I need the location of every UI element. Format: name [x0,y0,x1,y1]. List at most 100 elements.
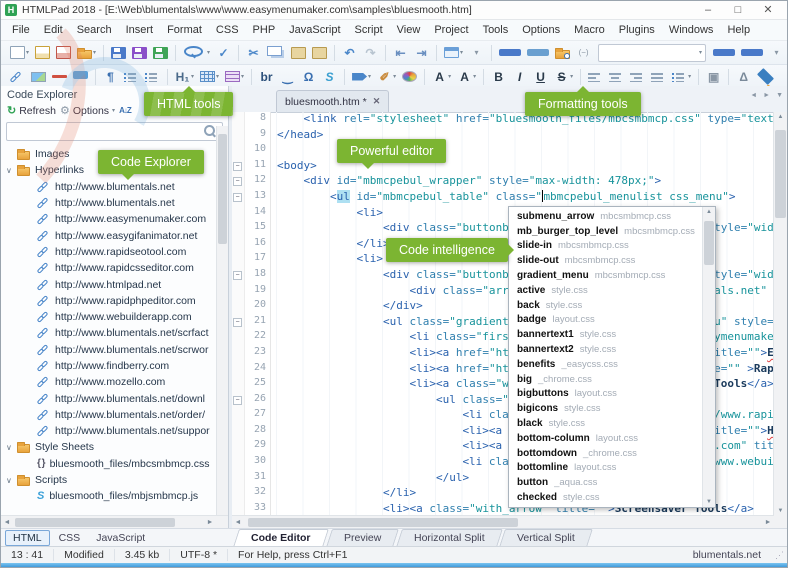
tree-item[interactable]: http://www.webuilderapp.com [1,309,228,325]
clipboard-button[interactable] [310,43,329,62]
menu-format[interactable]: Format [160,22,209,38]
menu-options[interactable]: Options [515,22,567,38]
autocomplete-item[interactable]: bottom-column layout.css [509,431,702,446]
resize-grip[interactable]: ⋰ [775,550,787,561]
fold-collapse-icon[interactable]: − [233,395,242,405]
align-right-button[interactable] [628,67,647,86]
insert-hr-button[interactable] [50,67,69,86]
browser-preview-button[interactable]: ▾ [442,43,465,62]
fold-collapse-icon[interactable]: − [233,177,242,187]
autocomplete-item[interactable]: slide-in mbcsmbmcp.css [509,239,702,254]
options-button[interactable]: ⚙ Options ▾ [60,104,115,118]
scroll-down-icon[interactable]: ▼ [774,508,787,514]
menu-help[interactable]: Help [720,22,757,38]
save-all-button[interactable] [151,43,170,62]
indent-button[interactable]: ⇥ [412,43,431,62]
refresh-button[interactable]: ↻ Refresh [7,104,56,118]
tree-item[interactable]: http://www.findberry.com [1,358,228,374]
autocomplete-item[interactable]: back style.css [509,298,702,313]
fold-collapse-icon[interactable]: − [233,317,242,327]
tree-item[interactable]: http://www.rapidcsseditor.com [1,260,228,276]
editor-horizontal-scrollbar[interactable]: ◄ ► [232,515,774,529]
explorer-horizontal-scrollbar[interactable]: ◄ ► [1,515,228,529]
tab-scroll-right-icon[interactable]: ► [763,92,770,99]
insert-table-button[interactable]: ▾ [198,67,221,86]
editor-vertical-scrollbar[interactable]: ▲ ▼ [773,112,787,516]
tree-folder[interactable]: ∨ Style Sheets [1,439,228,455]
strike-button[interactable]: S ▾ [552,67,575,86]
chevron-expanded-icon[interactable]: ∨ [6,476,17,485]
view-tab-preview[interactable]: Preview [325,529,399,547]
autocomplete-item[interactable]: bigicons style.css [509,401,702,416]
line-break-button[interactable]: br [257,67,276,86]
toolbar-overflow-2[interactable]: ▾ [780,67,787,86]
open-folder-button[interactable]: ▾ [75,43,98,62]
tree-item[interactable]: http://www.blumentals.net/downl [1,390,228,406]
menu-project[interactable]: Project [427,22,475,38]
autocomplete-item[interactable]: big _chrome.css [509,372,702,387]
minimize-button[interactable]: – [693,2,723,19]
fold-collapse-icon[interactable]: − [233,161,242,171]
scroll-up-icon[interactable]: ▲ [703,209,715,215]
tree-item[interactable]: http://www.mozello.com [1,374,228,390]
insert-form-button[interactable]: ▾ [223,67,246,86]
scroll-right-icon[interactable]: ► [204,519,216,526]
insert-link-button[interactable] [8,67,27,86]
menu-search[interactable]: Search [70,22,119,38]
italic-button[interactable]: I [510,67,529,86]
tree-item[interactable]: http://www.blumentals.net/scrfact [1,325,228,341]
chevron-expanded-icon[interactable]: ∨ [6,166,17,175]
autocomplete-item[interactable]: bannertext1 style.css [509,327,702,342]
outdent-button[interactable]: ⇤ [391,43,410,62]
menu-php[interactable]: PHP [246,22,283,38]
menu-view[interactable]: View [390,22,428,38]
scroll-right-icon[interactable]: ► [762,519,774,526]
maximize-button[interactable]: □ [723,2,753,19]
menu-tools[interactable]: Tools [476,22,516,38]
sort-az-button[interactable]: A↓Z [119,106,132,115]
fold-collapse-icon[interactable]: − [233,270,242,280]
open-in-editor-button[interactable] [33,43,52,62]
search-combobox[interactable]: ▾ [598,43,706,62]
insert-comment-button[interactable] [71,67,90,86]
autocomplete-scrollbar[interactable]: ▲ ▼ [702,207,715,507]
tree-item[interactable]: http://www.rapidseotool.com [1,244,228,260]
menu-edit[interactable]: Edit [37,22,70,38]
menu-windows[interactable]: Windows [662,22,721,38]
view-tab-vertical-split[interactable]: Vertical Split [499,529,594,547]
menu-javascript[interactable]: JavaScript [282,22,347,38]
autocomplete-item[interactable]: mb_burger_top_level mbcsmbmcp.css [509,224,702,239]
tree-item[interactable]: http://www.blumentals.net/suppor [1,423,228,439]
style-brush-button[interactable]: ✐ ▾ [375,67,398,86]
autocomplete-item[interactable]: slide-out mbcsmbmcp.css [509,253,702,268]
autocomplete-item[interactable]: button _aqua.css [509,475,702,490]
menu-script[interactable]: Script [348,22,390,38]
autocomplete-item[interactable]: bottomline layout.css [509,461,702,476]
undo-button[interactable]: ↶ [340,43,359,62]
tree-item[interactable]: http://www.easymenumaker.com [1,211,228,227]
tree-item[interactable]: Sbluesmooth_files/mbjsmbmcp.js [1,488,228,504]
color-picker-button[interactable] [400,67,419,86]
scroll-left-icon[interactable]: ◄ [1,519,13,526]
open-html-button[interactable] [54,43,73,62]
new-file-button[interactable]: ▾ [8,43,31,62]
menu-macro[interactable]: Macro [567,22,612,38]
copy-button[interactable] [265,43,287,62]
tree-item[interactable]: { } bluesmooth_files/mbcsmbmcp.css [1,456,228,472]
save-as-button[interactable] [130,43,149,62]
scroll-left-icon[interactable]: ◄ [232,519,244,526]
tree-item[interactable]: http://www.blumentals.net [1,195,228,211]
tree-item[interactable]: http://www.easygifanimator.net [1,227,228,243]
scroll-up-icon[interactable]: ▲ [774,114,787,120]
menu-plugins[interactable]: Plugins [612,22,662,38]
autocomplete-item[interactable]: submenu_arrow mbcsmbmcp.css [509,209,702,224]
find-previous-button[interactable] [739,43,765,62]
tag-button[interactable]: ▾ [350,67,373,86]
fill-color-button[interactable] [755,67,778,86]
find-button[interactable] [497,43,523,62]
div-button[interactable]: ▣ [704,67,723,86]
tree-item[interactable]: http://www.blumentals.net [1,179,228,195]
menu-file[interactable]: File [5,22,37,38]
find-next-button[interactable] [711,43,737,62]
chevron-expanded-icon[interactable]: ∨ [6,443,17,452]
